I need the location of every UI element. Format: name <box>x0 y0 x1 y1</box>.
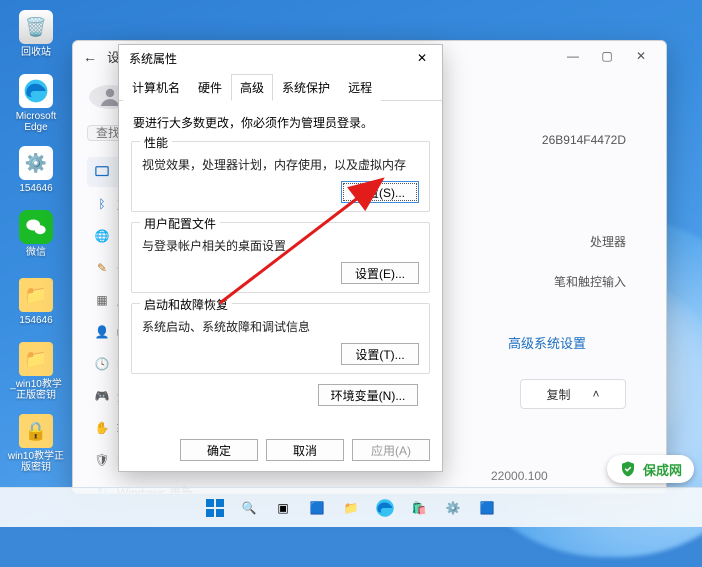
cpu-label: 处理器 <box>590 233 626 250</box>
gear-icon: ⚙️ <box>19 146 53 180</box>
group-title: 用户配置文件 <box>140 215 220 232</box>
dialog-body: 要进行大多数更改，你必须作为管理员登录。 性能 视觉效果，处理器计划，内存使用，… <box>119 101 442 414</box>
dialog-close-button[interactable]: ✕ <box>408 48 436 68</box>
taskbar-search[interactable]: 🔍 <box>235 494 263 522</box>
desktop-icon-folder-1[interactable]: 📁154646 <box>10 278 62 326</box>
tab-system-protection[interactable]: 系统保护 <box>273 74 339 101</box>
edge-icon <box>19 74 53 108</box>
tab-hardware[interactable]: 硬件 <box>189 74 231 101</box>
desktop-icon-folder-2[interactable]: 📁_win10教学正版密钥 <box>10 342 62 401</box>
apply-button[interactable]: 应用(A) <box>352 439 430 461</box>
task-view[interactable]: ▣ <box>269 494 297 522</box>
desktop-icon-settings[interactable]: ⚙️154646 <box>10 146 62 194</box>
close-button[interactable]: ✕ <box>624 42 658 70</box>
desktop-icon-label: 回收站 <box>6 47 66 58</box>
start-button[interactable] <box>201 494 229 522</box>
profiles-settings-button[interactable]: 设置(E)... <box>341 262 419 284</box>
shield-check-icon <box>619 460 637 478</box>
privacy-icon: 🛡 <box>95 453 109 467</box>
copy-label: 复制 <box>546 386 570 403</box>
lock-icon: 🔒 <box>19 414 53 448</box>
gaming-icon: 🎮 <box>95 389 109 403</box>
desktop-icon-label: 154646 <box>6 315 66 326</box>
tab-remote[interactable]: 远程 <box>339 74 381 101</box>
watermark: 保成网 <box>607 455 694 483</box>
performance-settings-button[interactable]: 设置(S)... <box>341 181 419 203</box>
desktop-icon-recycle-bin[interactable]: 🗑️回收站 <box>10 10 62 58</box>
tab-computer-name[interactable]: 计算机名 <box>123 74 189 101</box>
ok-button[interactable]: 确定 <box>180 439 258 461</box>
folder-icon: 📁 <box>19 342 53 376</box>
build-number: 22000.100 <box>491 469 548 483</box>
maximize-button[interactable]: ▢ <box>590 42 624 70</box>
wechat-icon <box>19 210 53 244</box>
minimize-button[interactable]: — <box>556 42 590 70</box>
desktop-icon-label: Microsoft Edge <box>6 111 66 133</box>
desktop-icon-lock[interactable]: 🔒win10教学正版密钥 <box>10 414 62 473</box>
startup-settings-button[interactable]: 设置(T)... <box>341 343 419 365</box>
desktop-icon-wechat[interactable]: 微信 <box>10 210 62 258</box>
desktop-icon-label: 微信 <box>6 247 66 258</box>
dialog-tabs: 计算机名 硬件 高级 系统保护 远程 <box>119 73 442 101</box>
widgets[interactable]: 🟦 <box>303 494 331 522</box>
folder-icon: 📁 <box>19 278 53 312</box>
taskbar-store[interactable]: 🛍️ <box>405 494 433 522</box>
cancel-button[interactable]: 取消 <box>266 439 344 461</box>
apps-icon: ▦ <box>95 293 109 307</box>
tab-advanced[interactable]: 高级 <box>231 74 273 101</box>
desktop-icon-edge[interactable]: Microsoft Edge <box>10 74 62 133</box>
group-user-profiles: 用户配置文件 与登录帐户相关的桌面设置 设置(E)... <box>131 222 430 293</box>
group-title: 启动和故障恢复 <box>140 296 232 313</box>
pen-touch-label: 笔和触控输入 <box>554 273 626 290</box>
clock-icon: 🕓 <box>95 357 109 371</box>
desktop-icon-label: 154646 <box>6 183 66 194</box>
taskbar-app[interactable]: 🟦 <box>473 494 501 522</box>
system-properties-dialog: 系统属性 ✕ 计算机名 硬件 高级 系统保护 远程 要进行大多数更改，你必须作为… <box>118 44 443 472</box>
startup-desc: 系统启动、系统故障和调试信息 <box>142 318 419 335</box>
accessibility-icon: ✋ <box>95 421 109 435</box>
watermark-text: 保成网 <box>643 460 682 479</box>
account-icon: 👤 <box>95 325 109 339</box>
back-icon[interactable]: ← <box>83 49 97 65</box>
taskbar-edge[interactable] <box>371 494 399 522</box>
chevron-up-icon: ˄ <box>593 387 600 401</box>
brush-icon: ✎ <box>95 261 109 275</box>
recycle-bin-icon: 🗑️ <box>19 10 53 44</box>
network-icon: 🌐 <box>95 229 109 243</box>
profiles-desc: 与登录帐户相关的桌面设置 <box>142 237 419 254</box>
group-performance: 性能 视觉效果，处理器计划，内存使用，以及虚拟内存 设置(S)... <box>131 141 430 212</box>
taskbar-explorer[interactable]: 📁 <box>337 494 365 522</box>
group-startup-recovery: 启动和故障恢复 系统启动、系统故障和调试信息 设置(T)... <box>131 303 430 374</box>
taskbar-settings[interactable]: ⚙️ <box>439 494 467 522</box>
desktop: 🗑️回收站 Microsoft Edge ⚙️154646 微信 📁154646… <box>0 0 702 527</box>
system-icon <box>95 165 109 179</box>
dialog-action-row: 确定 取消 应用(A) <box>180 439 430 461</box>
group-title: 性能 <box>140 134 172 151</box>
advanced-system-settings-link[interactable]: 高级系统设置 <box>508 333 586 352</box>
dialog-title: 系统属性 <box>129 50 177 67</box>
environment-variables-button[interactable]: 环境变量(N)... <box>318 384 418 406</box>
bluetooth-icon: ᛒ <box>95 197 109 211</box>
dialog-titlebar: 系统属性 ✕ <box>119 45 442 71</box>
desktop-icon-label: _win10教学正版密钥 <box>6 379 66 401</box>
performance-desc: 视觉效果，处理器计划，内存使用，以及虚拟内存 <box>142 156 419 173</box>
copy-button[interactable]: 复制 ˄ <box>520 379 626 409</box>
desktop-icon-label: win10教学正版密钥 <box>6 451 66 473</box>
admin-hint: 要进行大多数更改，你必须作为管理员登录。 <box>133 114 430 131</box>
device-id-value: 26B914F4472D <box>542 133 626 147</box>
taskbar: 🔍 ▣ 🟦 📁 🛍️ ⚙️ 🟦 <box>0 487 702 527</box>
